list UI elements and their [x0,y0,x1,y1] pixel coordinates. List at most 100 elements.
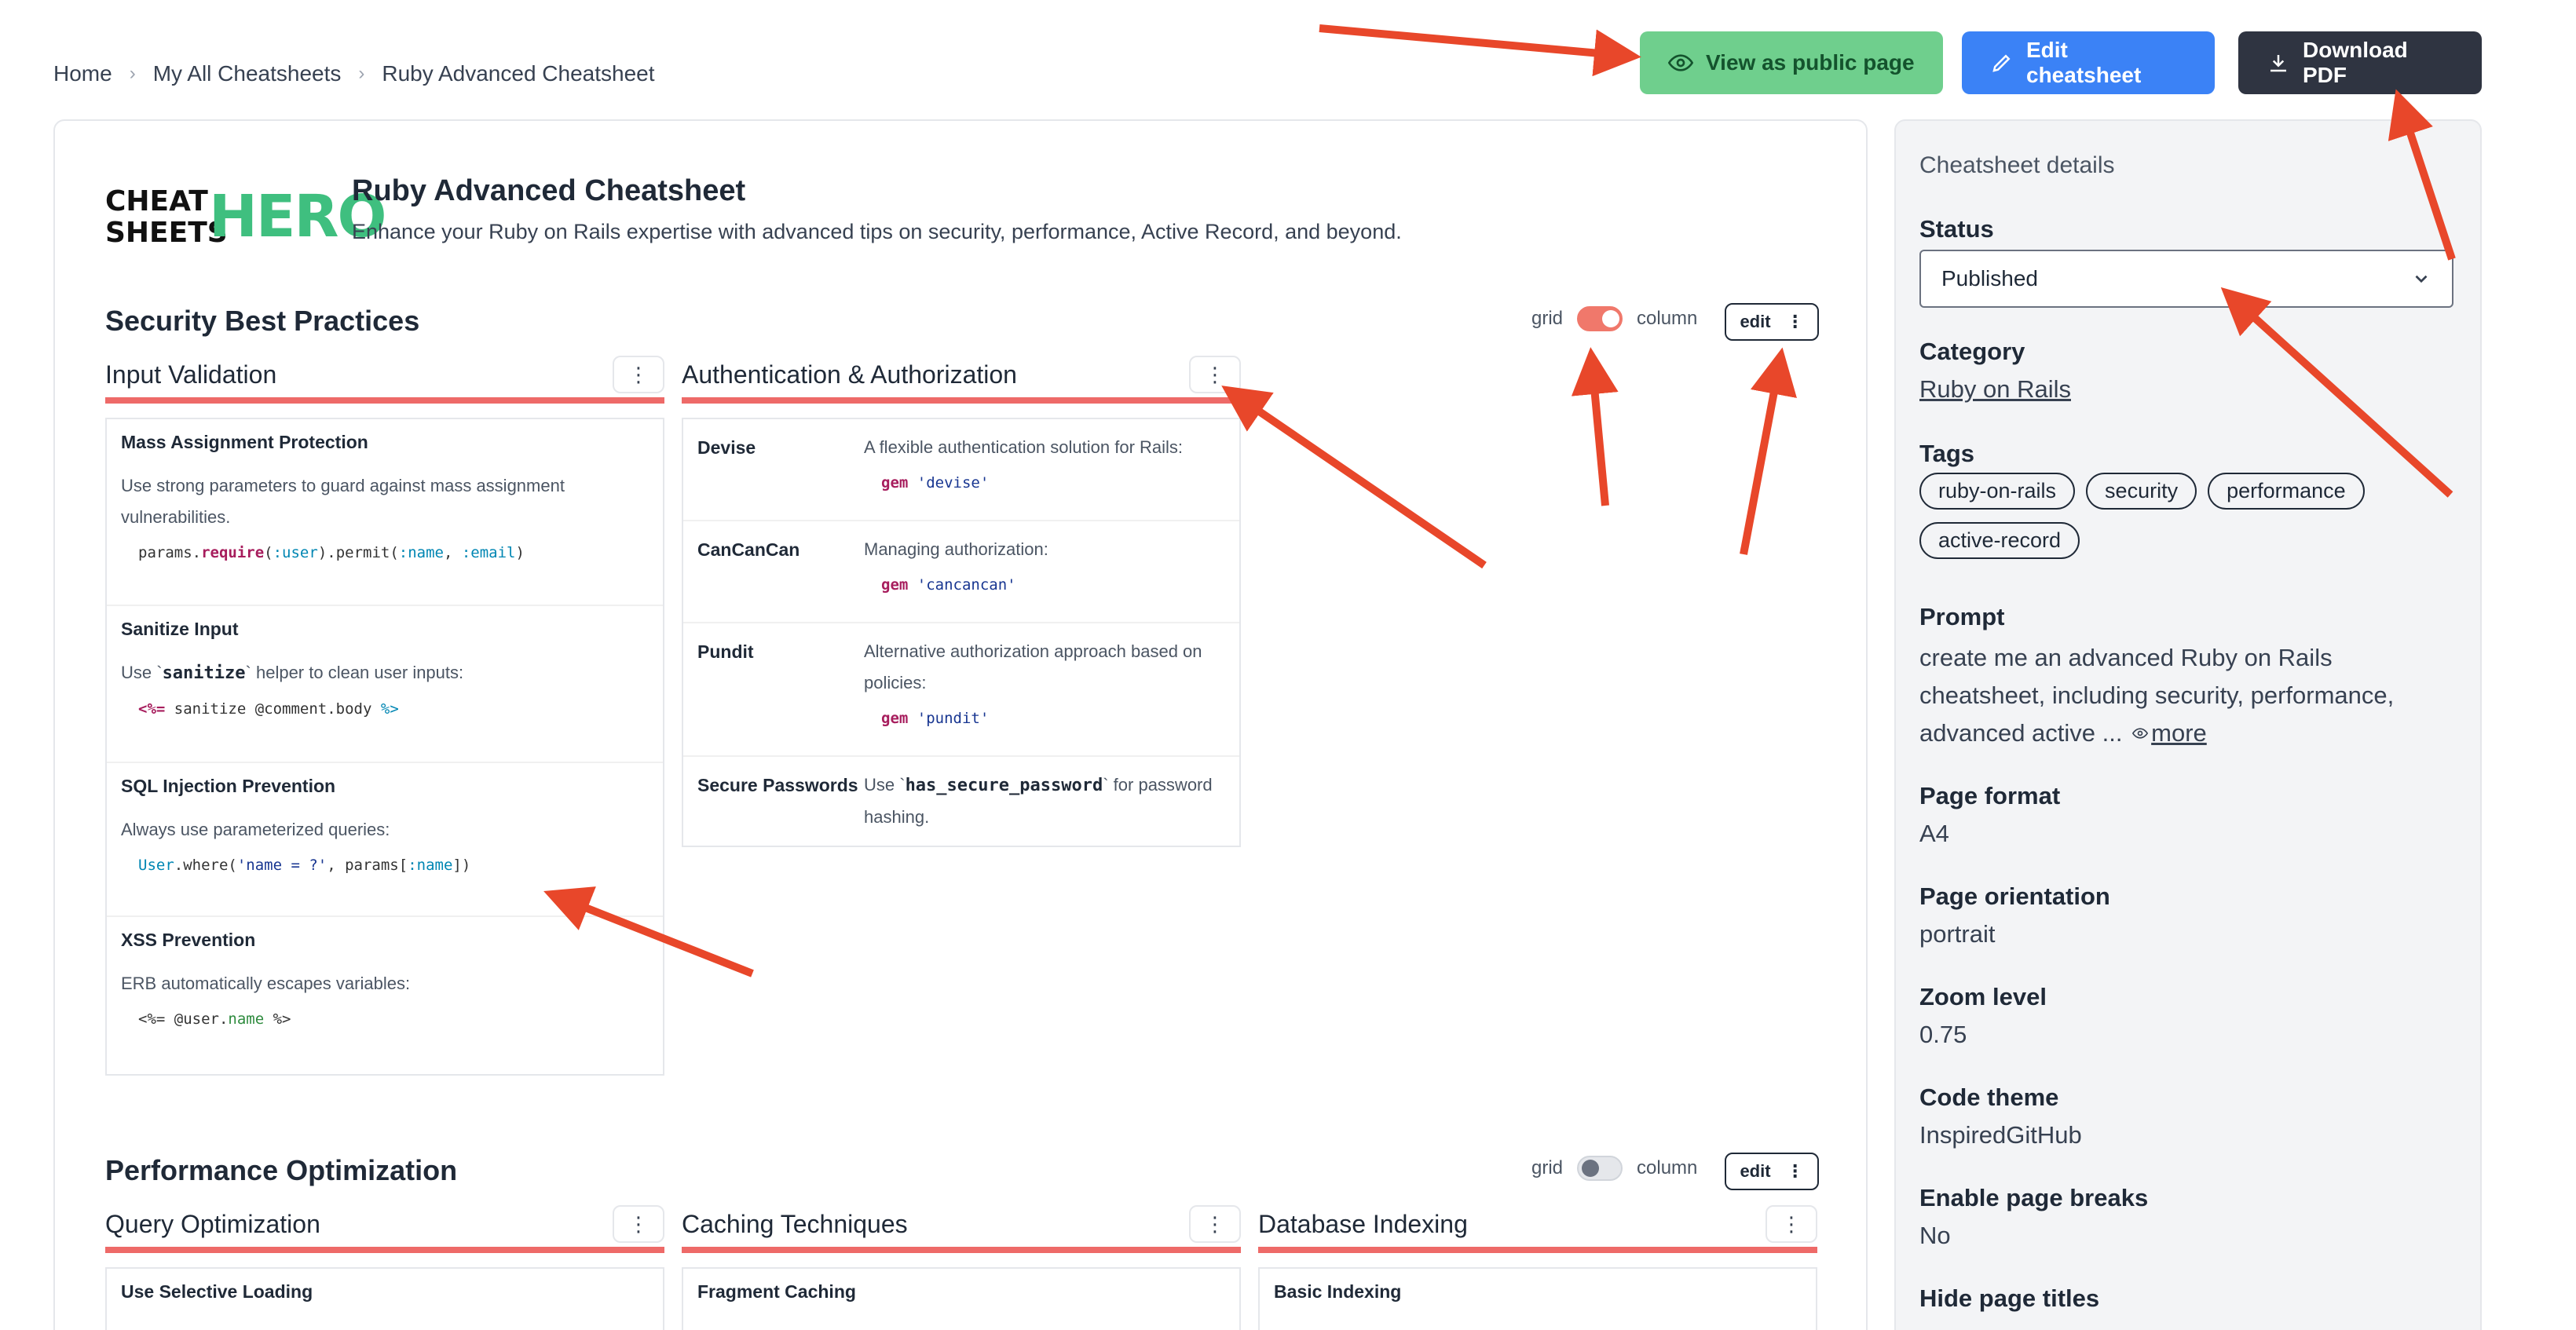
list-item: SQL Injection Prevention Always use para… [107,763,663,917]
item-title: Use Selective Loading [121,1281,313,1302]
chevron-right-icon: › [129,63,136,84]
item-desc: Always use parameterized queries: [121,820,390,839]
section-edit-button[interactable]: edit ⋮ [1725,1153,1819,1190]
column-menu-button[interactable]: ⋮ [1766,1205,1817,1243]
code-snippet: params.require(:user).permit(:name, :ema… [138,544,525,561]
list-item: XSS Prevention ERB automatically escapes… [107,917,663,1051]
table-row: Devise A flexible authentication solutio… [683,419,1239,521]
tag-badge[interactable]: security [2086,473,2197,510]
item-desc: Use strong parameters to guard against m… [121,476,565,527]
list-item: Mass Assignment Protection Use strong pa… [107,419,663,606]
view-public-page-button[interactable]: View as public page [1640,31,1943,94]
section-title-security: Security Best Practices [105,305,420,337]
column-menu-button[interactable]: ⋮ [1189,356,1241,393]
status-label: Status [1919,215,1994,243]
item-title: SQL Injection Prevention [121,776,336,796]
prompt-label: Prompt [1919,603,2005,630]
layout-toggle-row: grid column [1531,306,1697,331]
item-desc: ERB automatically escapes variables: [121,974,411,993]
column-menu-button[interactable]: ⋮ [613,1205,664,1243]
item-title: Basic Indexing [1274,1281,1402,1302]
code-snippet: <%= sanitize @comment.body %> [138,700,399,718]
list-item: Sanitize Input Use `sanitize` helper to … [107,606,663,763]
column-content: Mass Assignment Protection Use strong pa… [105,418,664,1076]
tag-badge[interactable]: active-record [1919,522,2080,559]
status-select[interactable]: Published [1919,250,2453,308]
column-authentication: Authentication & Authorization ⋮ Devise … [682,352,1241,847]
more-vertical-icon: ⋮ [1786,312,1804,331]
column-input-validation: Input Validation ⋮ Mass Assignment Prote… [105,352,664,1076]
format-label: Page format [1919,782,2061,809]
code-snippet: gem 'devise' [881,474,990,491]
page-title: Ruby Advanced Cheatsheet [352,174,746,207]
zoom-value: 0.75 [1919,1021,1967,1048]
column-title: Caching Techniques [682,1209,908,1238]
pencil-icon [1992,54,2011,72]
column-label: column [1637,1157,1698,1178]
prompt-value: create me an advanced Ruby on Rails chea… [1919,644,2395,747]
orientation-value: portrait [1919,920,1996,948]
table-row: Pundit Alternative authorization approac… [683,623,1239,757]
theme-label: Code theme [1919,1083,2059,1111]
section-edit-button[interactable]: edit ⋮ [1725,303,1819,341]
more-vertical-icon: ⋮ [1786,1161,1804,1181]
category-label: Category [1919,338,2025,365]
download-pdf-button[interactable]: Download PDF [2238,31,2482,94]
edit-cheatsheet-label: Edit cheatsheet [2026,38,2142,87]
page-subtitle: Enhance your Ruby on Rails expertise wit… [352,220,1402,243]
breadcrumb: Home › My All Cheatsheets › Ruby Advance… [53,61,655,86]
grid-label: grid [1531,308,1564,329]
column-database-indexing: Database Indexing ⋮ Basic Indexing [1258,1201,1817,1330]
table-row: Secure Passwords Use `has_secure_passwor… [697,775,1213,827]
page-breaks-label: Enable page breaks [1919,1184,2149,1211]
download-icon [2270,55,2286,72]
column-caching: Caching Techniques ⋮ Fragment Caching [682,1201,1241,1330]
column-title: Authentication & Authorization [682,360,1017,389]
theme-value: InspiredGitHub [1919,1121,2082,1149]
item-title: Sanitize Input [121,619,239,639]
format-value: A4 [1919,820,1949,847]
breadcrumb-home[interactable]: Home [53,61,112,86]
section-title-performance: Performance Optimization [105,1154,458,1186]
chevron-down-icon [2415,275,2428,283]
category-link[interactable]: Ruby on Rails [1919,375,2071,404]
grid-column-toggle[interactable] [1577,306,1623,331]
column-menu-button[interactable]: ⋮ [613,356,664,393]
column-header: Authentication & Authorization ⋮ [682,352,1241,404]
page-breaks-value: No [1919,1222,1951,1249]
arrow-to-public-button [1319,24,1641,77]
code-snippet: gem 'pundit' [881,710,990,727]
code-snippet: User.where('name = ?', params[:name]) [138,857,471,874]
column-content: Devise A flexible authentication solutio… [682,418,1241,847]
tag-badge[interactable]: ruby-on-rails [1919,473,2076,510]
column-header: Input Validation ⋮ [105,352,664,404]
hide-titles-label: Hide page titles [1919,1284,2100,1312]
breadcrumb-current: Ruby Advanced Cheatsheet [382,61,655,86]
code-snippet: <%= @user.name %> [138,1010,291,1028]
zoom-label: Zoom level [1919,983,2047,1010]
breadcrumb-my-cheatsheets[interactable]: My All Cheatsheets [153,61,342,86]
column-query-optimization: Query Optimization ⋮ Use Selective Loadin… [105,1201,664,1330]
eye-icon [2131,728,2149,739]
column-title: Query Optimization [105,1209,320,1238]
chevron-right-icon: › [358,63,365,84]
more-link[interactable]: more [2129,719,2207,747]
column-label: column [1637,308,1698,329]
orientation-label: Page orientation [1919,882,2110,910]
grid-label: grid [1531,1157,1564,1178]
item-title: XSS Prevention [121,930,256,950]
eye-icon [1668,54,1693,71]
view-public-page-label: View as public page [1706,50,1915,75]
edit-cheatsheet-button[interactable]: Edit cheatsheet [1962,31,2215,94]
tags-label: Tags [1919,440,1975,467]
tag-badge[interactable]: performance [2208,473,2365,510]
grid-column-toggle[interactable] [1577,1156,1623,1181]
table-row: CanCanCan Managing authorization: gem 'c… [683,521,1239,623]
item-title: Mass Assignment Protection [121,432,368,452]
download-pdf-label: Download PDF [2303,38,2408,87]
column-menu-button[interactable]: ⋮ [1189,1205,1241,1243]
item-desc: Use `sanitize` helper to clean user inpu… [121,663,464,683]
column-title: Database Indexing [1258,1209,1468,1238]
layout-toggle-row: grid column [1531,1156,1697,1181]
sidebar-heading: Cheatsheet details [1919,152,2115,178]
